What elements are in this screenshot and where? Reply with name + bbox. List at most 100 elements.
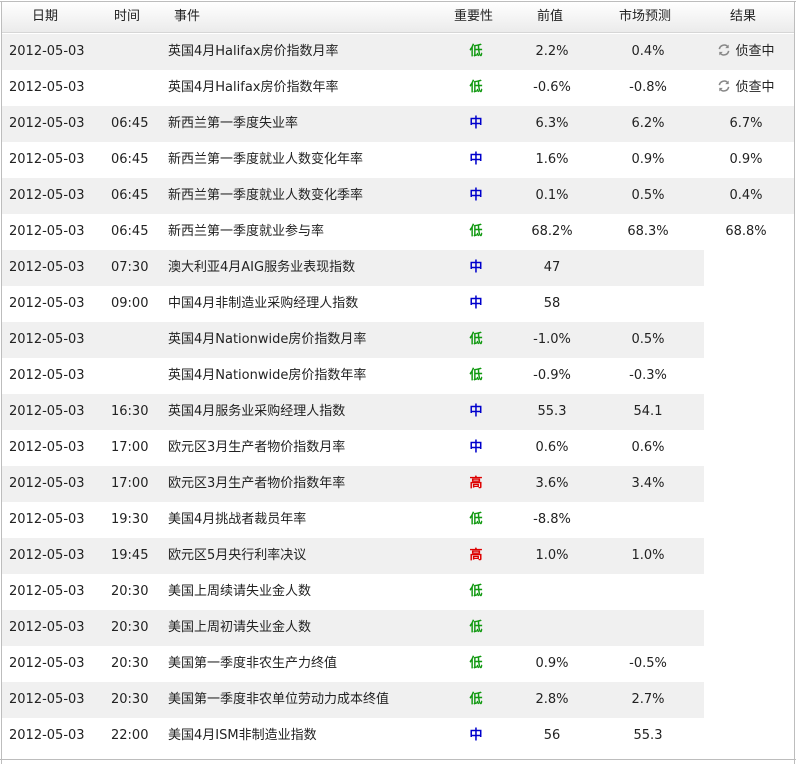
cell-time: 06:45 <box>111 224 149 239</box>
cell-previous: 2.2% <box>535 44 569 59</box>
refresh-icon[interactable] <box>717 79 731 93</box>
cell-forecast: 2.7% <box>631 692 665 707</box>
cell-date: 2012-05-03 <box>9 332 85 347</box>
cell-event: 英国4月Nationwide房价指数年率 <box>168 368 367 383</box>
cell-time: 06:45 <box>111 188 149 203</box>
cell-event: 欧元区3月生产者物价指数年率 <box>168 476 346 491</box>
cell-event: 新西兰第一季度就业人数变化年率 <box>168 152 364 167</box>
cell-forecast: 0.6% <box>631 440 665 455</box>
cell-forecast <box>614 502 682 538</box>
importance-badge: 中 <box>469 188 483 203</box>
cell-result: 6.7% <box>708 106 784 142</box>
calendar-table: 日期 时间 事件 重要性 前值 市场预测 结果 2012-05-03 英国4月Ha… <box>0 0 796 764</box>
cell-result <box>708 250 784 286</box>
table-header: 日期 时间 事件 重要性 前值 市场预测 结果 <box>2 2 794 33</box>
cell-result <box>708 574 784 610</box>
cell-time: 06:45 <box>111 152 149 167</box>
cell-time: 20:30 <box>111 620 149 635</box>
header-result: 结果 <box>730 9 757 24</box>
cell-previous: 0.1% <box>535 188 569 203</box>
cell-previous: 58 <box>543 296 561 311</box>
cell-time: 16:30 <box>111 404 149 419</box>
result-text: 68.8% <box>725 224 767 239</box>
table-row: 2012-05-03 英国4月Nationwide房价指数月率 低 -1.0% 0.5% <box>2 322 794 358</box>
cell-event: 美国上周续请失业金人数 <box>168 584 312 599</box>
cell-event: 英国4月Halifax房价指数月率 <box>168 44 339 59</box>
cell-result <box>708 286 784 322</box>
cell-result <box>708 322 784 358</box>
importance-badge: 低 <box>469 224 483 239</box>
cell-previous: 47 <box>543 260 561 275</box>
cell-event: 新西兰第一季度失业率 <box>168 116 299 131</box>
result-text: 0.9% <box>729 152 763 167</box>
cell-previous: 68.2% <box>531 224 573 239</box>
cell-previous: 0.6% <box>535 440 569 455</box>
cell-result <box>708 682 784 718</box>
cell-date: 2012-05-03 <box>9 548 85 563</box>
importance-badge: 中 <box>469 296 483 311</box>
table-row: 2012-05-03 07:30 澳大利亚4月AIG服务业表现指数 中 47 <box>2 250 794 286</box>
header-forecast: 市场预测 <box>619 9 672 24</box>
cell-date: 2012-05-03 <box>9 584 85 599</box>
cell-previous: 0.9% <box>535 656 569 671</box>
importance-badge: 中 <box>469 440 483 455</box>
header-importance: 重要性 <box>454 9 494 24</box>
row-shade <box>2 610 704 646</box>
table-row: 2012-05-03 17:00 欧元区3月生产者物价指数年率 高 3.6% 3.4% <box>2 466 794 502</box>
cell-result <box>708 394 784 430</box>
result-text: 0.4% <box>729 188 763 203</box>
cell-forecast: 6.2% <box>631 116 665 131</box>
table-row: 2012-05-03 06:45 新西兰第一季度就业人数变化年率 中 1.6% 0.9% 0… <box>2 142 794 178</box>
cell-event: 美国4月ISM非制造业指数 <box>168 728 317 743</box>
cell-result: 68.8% <box>708 214 784 250</box>
cell-previous <box>522 610 582 646</box>
table-row: 2012-05-03 06:45 新西兰第一季度就业参与率 低 68.2% 68.3% 68… <box>2 214 794 250</box>
cell-event: 新西兰第一季度就业人数变化季率 <box>168 188 364 203</box>
cell-result: 0.4% <box>708 178 784 214</box>
row-shade <box>2 466 704 502</box>
table-row: 2012-05-03 06:45 新西兰第一季度就业人数变化季率 中 0.1% 0.5% 0… <box>2 178 794 214</box>
cell-forecast: 0.4% <box>631 44 665 59</box>
cell-event: 英国4月Halifax房价指数年率 <box>168 80 339 95</box>
cell-date: 2012-05-03 <box>9 476 85 491</box>
cell-time <box>111 34 147 70</box>
header-previous: 前值 <box>537 9 564 24</box>
importance-badge: 低 <box>469 44 483 59</box>
row-shade <box>2 394 704 430</box>
cell-time: 09:00 <box>111 296 149 311</box>
table-border-top <box>0 1 796 2</box>
refresh-icon[interactable] <box>717 43 731 57</box>
cell-previous: 56 <box>543 728 561 743</box>
cell-date: 2012-05-03 <box>9 692 85 707</box>
importance-badge: 中 <box>469 152 483 167</box>
importance-badge: 中 <box>469 404 483 419</box>
cell-forecast: 0.9% <box>631 152 665 167</box>
cell-previous: -1.0% <box>533 332 571 347</box>
cell-forecast: -0.5% <box>629 656 667 671</box>
cell-time: 17:00 <box>111 476 149 491</box>
cell-previous <box>522 574 582 610</box>
cell-event: 欧元区5月央行利率决议 <box>168 548 307 563</box>
row-shade <box>2 538 704 574</box>
cell-result[interactable]: 侦查中 <box>708 70 784 106</box>
table-row: 2012-05-03 英国4月Nationwide房价指数年率 低 -0.9% -0.3… <box>2 358 794 394</box>
cell-date: 2012-05-03 <box>9 116 85 131</box>
cell-result <box>708 646 784 682</box>
table-row: 2012-05-03 19:30 美国4月挑战者裁员年率 低 -8.8% <box>2 502 794 538</box>
table-row: 2012-05-03 16:30 英国4月服务业采购经理人指数 中 55.3 54.1 <box>2 394 794 430</box>
cell-forecast: -0.8% <box>629 80 667 95</box>
cell-forecast: 54.1 <box>633 404 663 419</box>
cell-time: 22:00 <box>111 728 149 743</box>
table-row: 2012-05-03 英国4月Halifax房价指数年率 低 -0.6% -0.8% 侦查… <box>2 70 794 106</box>
table-row: 2012-05-03 20:30 美国第一季度非农生产力终值 低 0.9% -0.5% <box>2 646 794 682</box>
cell-time: 20:30 <box>111 692 149 707</box>
header-date: 日期 <box>32 9 59 24</box>
cell-result[interactable]: 侦查中 <box>708 34 784 70</box>
cell-forecast: 1.0% <box>631 548 665 563</box>
cell-event: 英国4月Nationwide房价指数月率 <box>168 332 367 347</box>
result-text: 6.7% <box>729 116 763 131</box>
table-border-bottom <box>0 759 796 760</box>
result-text: 侦查中 <box>735 80 775 95</box>
cell-event: 欧元区3月生产者物价指数月率 <box>168 440 346 455</box>
cell-previous: 55.3 <box>537 404 567 419</box>
